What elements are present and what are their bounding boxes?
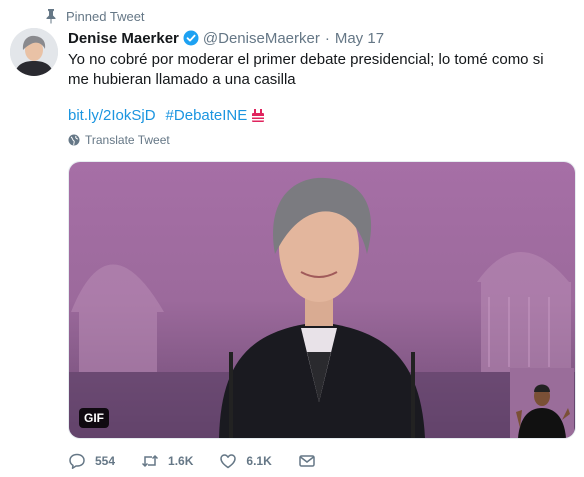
globe-icon <box>68 134 80 146</box>
tweet-media-gif[interactable]: GIF <box>68 161 576 439</box>
direct-message-button[interactable] <box>298 452 316 470</box>
pin-icon <box>46 9 56 24</box>
author-name[interactable]: Denise Maerker <box>68 30 179 47</box>
author-handle[interactable]: @DeniseMaerker <box>203 30 320 47</box>
pinned-tweet-indicator: Pinned Tweet <box>44 8 145 24</box>
translate-tweet[interactable]: Translate Tweet <box>68 133 170 147</box>
retweet-icon <box>142 454 159 468</box>
pinned-label: Pinned Tweet <box>66 8 145 24</box>
gif-frame-image <box>69 162 575 438</box>
translate-label: Translate Tweet <box>85 133 170 147</box>
like-icon <box>220 454 237 469</box>
reply-button[interactable]: 554 <box>68 452 115 470</box>
verified-icon <box>183 30 199 46</box>
tweet-date[interactable]: May 17 <box>335 30 384 47</box>
tweet-header: Denise Maerker @DeniseMaerker · May 17 <box>68 28 384 48</box>
hashtag-link[interactable]: #DebateINE <box>166 107 248 124</box>
retweet-button[interactable]: 1.6K <box>141 452 193 470</box>
header-separator: · <box>324 29 330 47</box>
avatar[interactable] <box>10 28 58 76</box>
gif-badge: GIF <box>79 408 109 428</box>
mail-icon <box>299 455 315 467</box>
tweet-links: bit.ly/2IokSjD #DebateINE <box>68 106 267 124</box>
like-button[interactable]: 6.1K <box>219 452 272 470</box>
retweet-count: 1.6K <box>168 454 194 468</box>
short-link[interactable]: bit.ly/2IokSjD <box>68 107 156 124</box>
sign-language-interpreter-inset <box>510 368 574 438</box>
tweet-actions: 554 1.6K 6.1K <box>68 452 342 470</box>
like-count: 6.1K <box>246 454 272 468</box>
reply-icon <box>69 453 85 469</box>
reply-count: 554 <box>95 454 116 468</box>
tweet-text: Yo no cobré por moderar el primer debate… <box>68 51 544 88</box>
hashtag-emoji-icon <box>252 109 265 122</box>
